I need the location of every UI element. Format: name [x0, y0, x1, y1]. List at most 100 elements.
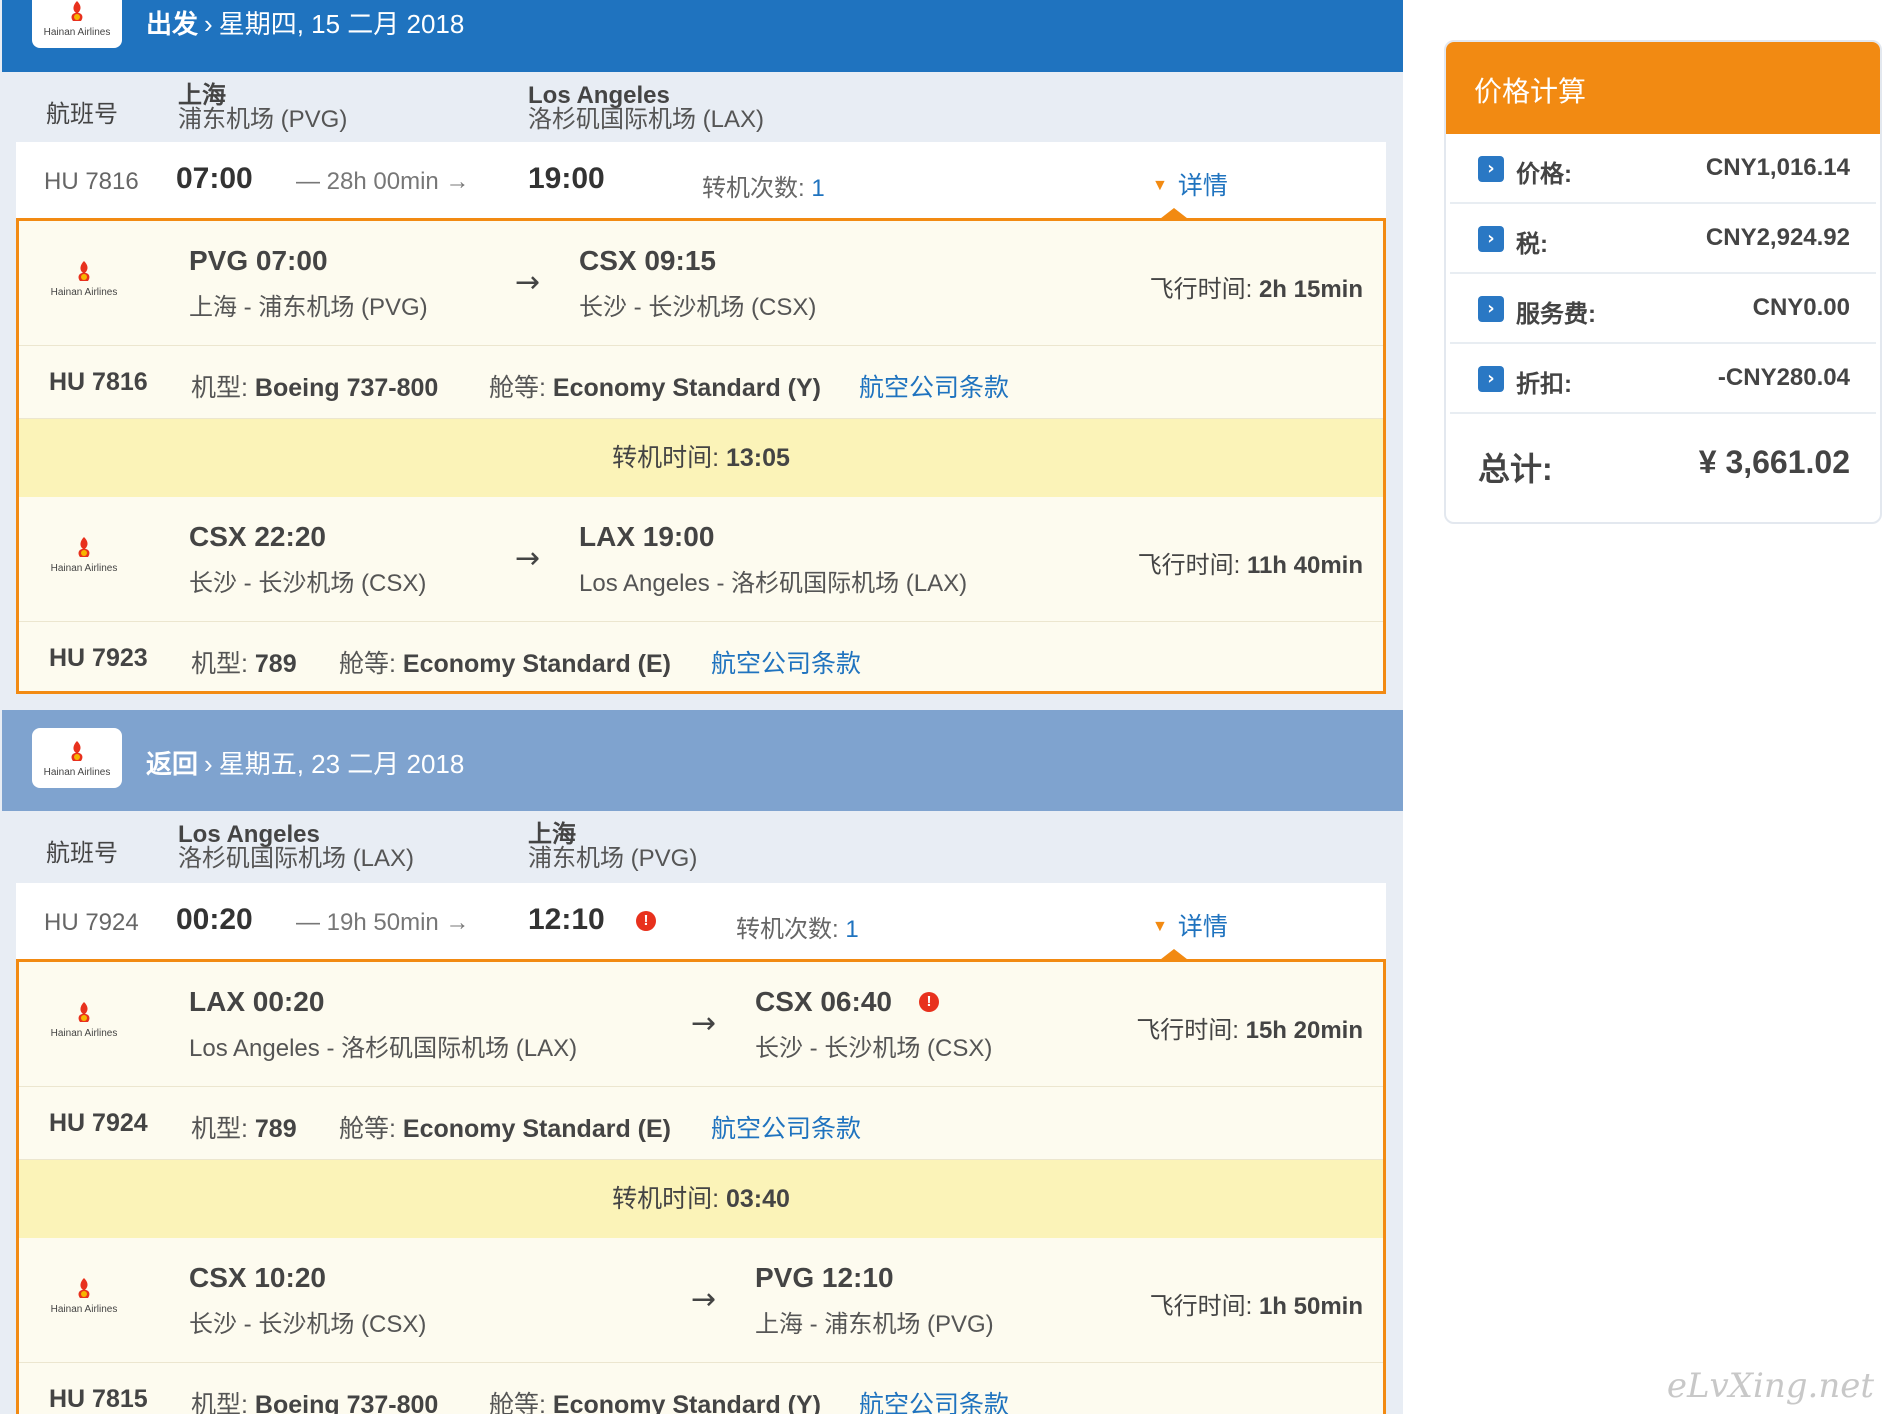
- price-row-value: CNY1,016.14: [1705, 154, 1850, 181]
- flight-time-value: 1h 50min: [1258, 1293, 1363, 1320]
- airline-rules-link[interactable]: 航空公司条款: [859, 368, 1009, 404]
- price-row-value: CNY2,924.92: [1705, 224, 1850, 251]
- segment-airline-logo: Hainan Airlines: [39, 984, 129, 1054]
- hainan-airlines-icon: [78, 536, 90, 557]
- destination-city: Los Angeles: [528, 82, 670, 109]
- hainan-airlines-icon: [78, 260, 90, 281]
- segment-1: Hainan Airlines PVG 07:00 上海 - 浦东机场 (PVG…: [19, 221, 1383, 345]
- direction-label: 返回: [146, 749, 199, 779]
- total-label: 总计:: [1478, 451, 1553, 487]
- price-row-label: 价格:: [1516, 161, 1572, 188]
- return-section: Hainan Airlines 返回 › 星期五, 23 二月 2018 航班号 L…: [2, 710, 1403, 883]
- airline-rules-link[interactable]: 航空公司条款: [711, 644, 861, 680]
- destination-airport: 洛杉矶国际机场 (LAX): [528, 106, 765, 133]
- flight-time-label: 飞行时间:: [1149, 276, 1253, 303]
- itinerary-panel: Hainan Airlines 出发 › 星期四, 15 二月 2018 航班号 上…: [0, 0, 1403, 1414]
- segment-2: Hainan Airlines CSX 10:20 长沙 - 长沙机场 (CSX…: [19, 1238, 1383, 1362]
- cabin-label: 舱等:: [489, 1391, 546, 1414]
- price-row-service-fee[interactable]: › 服务费: CNY0.00: [1450, 274, 1876, 344]
- arrow-right-icon: →: [691, 1006, 717, 1041]
- flight-summary-row[interactable]: HU 7924 00:20 — 19h 50min → 12:10 ! 转机次数…: [16, 883, 1386, 963]
- segment-2: Hainan Airlines CSX 22:20 长沙 - 长沙机场 (CSX…: [19, 497, 1383, 621]
- segment-info-row: HU 7816 机型: Boeing 737-800 舱等: Economy S…: [19, 345, 1383, 419]
- origin-city: 上海: [178, 82, 226, 109]
- segment-departure-airport: 上海 - 浦东机场 (PVG): [189, 294, 428, 321]
- flight-time-value: 2h 15min: [1258, 276, 1363, 303]
- column-headers: 航班号 Los Angeles 洛杉矶国际机场 (LAX) 上海 浦东机场 (P…: [2, 811, 1403, 883]
- warning-icon[interactable]: !: [919, 992, 939, 1012]
- price-row-value: -CNY280.04: [1717, 364, 1850, 391]
- chevron-right-icon: ›: [204, 9, 213, 39]
- aircraft-info: 机型: 789: [191, 644, 297, 680]
- triangle-down-icon: ▼: [1152, 177, 1168, 194]
- summary-departure-time: 00:20: [176, 903, 253, 936]
- price-row-discount[interactable]: › 折扣: -CNY280.04: [1450, 344, 1876, 414]
- price-row-tax[interactable]: › 税: CNY2,924.92: [1450, 204, 1876, 274]
- cabin-label: 舱等:: [339, 1115, 396, 1143]
- chevron-right-icon[interactable]: ›: [1478, 296, 1504, 322]
- aircraft-info: 机型: Boeing 737-800: [191, 1385, 438, 1414]
- aircraft-label: 机型:: [191, 1115, 248, 1143]
- airline-rules-link[interactable]: 航空公司条款: [859, 1385, 1009, 1414]
- summary-flight-number: HU 7924: [44, 909, 139, 936]
- origin-airport: 洛杉矶国际机场 (LAX): [178, 845, 415, 872]
- aircraft-info: 机型: Boeing 737-800: [191, 368, 438, 404]
- details-toggle[interactable]: ▼ 详情: [1152, 166, 1228, 202]
- stops-count: 1: [811, 175, 825, 202]
- cabin-info: 舱等: Economy Standard (Y): [489, 1385, 821, 1414]
- stops-label: 转机次数:: [702, 175, 805, 202]
- aircraft-value: Boeing 737-800: [254, 1391, 439, 1414]
- summary-stops: 转机次数: 1: [702, 168, 825, 203]
- segment-flight-time: 飞行时间: 2h 15min: [1150, 269, 1363, 304]
- chevron-right-icon[interactable]: ›: [1478, 366, 1504, 392]
- segment-1: Hainan Airlines LAX 00:20 Los Angeles - …: [19, 962, 1383, 1086]
- layover-value: 13:05: [725, 444, 790, 472]
- airline-logo-text: Hainan Airlines: [43, 26, 111, 38]
- layover-value: 03:40: [725, 1185, 790, 1213]
- chevron-right-icon[interactable]: ›: [1478, 226, 1504, 252]
- airline-logo-text: Hainan Airlines: [50, 562, 118, 574]
- hainan-airlines-icon: [78, 1001, 90, 1022]
- origin-airport: 浦东机场 (PVG): [178, 106, 348, 133]
- chevron-right-icon[interactable]: ›: [1478, 156, 1504, 182]
- summary-arrival-time: 19:00: [528, 162, 605, 195]
- cabin-value: Economy Standard (Y): [552, 1391, 821, 1414]
- aircraft-label: 机型:: [191, 650, 248, 678]
- flight-number-column: 航班号: [46, 840, 118, 867]
- aircraft-value: Boeing 737-800: [254, 374, 439, 402]
- cabin-info: 舱等: Economy Standard (E): [339, 644, 671, 680]
- segment-departure: PVG 07:00: [189, 245, 328, 276]
- site-watermark: eLvXing.net: [1666, 1366, 1874, 1406]
- origin-city: Los Angeles: [178, 821, 320, 848]
- aircraft-value: 789: [254, 1115, 297, 1143]
- segment-arrival: CSX 06:40: [755, 986, 892, 1017]
- details-toggle[interactable]: ▼ 详情: [1152, 907, 1228, 943]
- destination-airport: 浦东机场 (PVG): [528, 845, 698, 872]
- warning-icon[interactable]: !: [636, 911, 656, 931]
- segment-arrival-airport: 长沙 - 长沙机场 (CSX): [579, 294, 817, 321]
- airline-rules-link[interactable]: 航空公司条款: [711, 1109, 861, 1145]
- arrow-right-icon: →: [515, 265, 541, 300]
- flight-time-value: 11h 40min: [1246, 552, 1363, 579]
- stops-label: 转机次数:: [736, 916, 839, 943]
- segment-departure-airport: 长沙 - 长沙机场 (CSX): [189, 1311, 427, 1338]
- segment-flight-number: HU 7815: [49, 1385, 148, 1413]
- segment-arrival: LAX 19:00: [579, 521, 715, 552]
- price-row-base[interactable]: › 价格: CNY1,016.14: [1450, 134, 1876, 204]
- segment-flight-number: HU 7816: [49, 368, 148, 396]
- outbound-section: Hainan Airlines 出发 › 星期四, 15 二月 2018 航班号 上…: [2, 0, 1403, 144]
- cabin-info: 舱等: Economy Standard (E): [339, 1109, 671, 1145]
- total-value: ¥ 3,661.02: [1698, 444, 1850, 480]
- hainan-airlines-icon: [71, 740, 83, 761]
- flight-time-label: 飞行时间:: [1137, 552, 1241, 579]
- segment-departure-airport: 长沙 - 长沙机场 (CSX): [189, 570, 427, 597]
- segment-flight-number: HU 7923: [49, 644, 148, 672]
- cabin-value: Economy Standard (E): [402, 650, 671, 678]
- airline-logo-text: Hainan Airlines: [50, 1303, 118, 1315]
- outbound-header: Hainan Airlines 出发 › 星期四, 15 二月 2018: [2, 0, 1403, 72]
- arrow-right-icon: →: [691, 1282, 717, 1317]
- cabin-info: 舱等: Economy Standard (Y): [489, 368, 821, 404]
- aircraft-label: 机型:: [191, 1391, 248, 1414]
- stops-count: 1: [845, 916, 859, 943]
- flight-summary-row[interactable]: HU 7816 07:00 — 28h 00min → 19:00 转机次数: …: [16, 142, 1386, 222]
